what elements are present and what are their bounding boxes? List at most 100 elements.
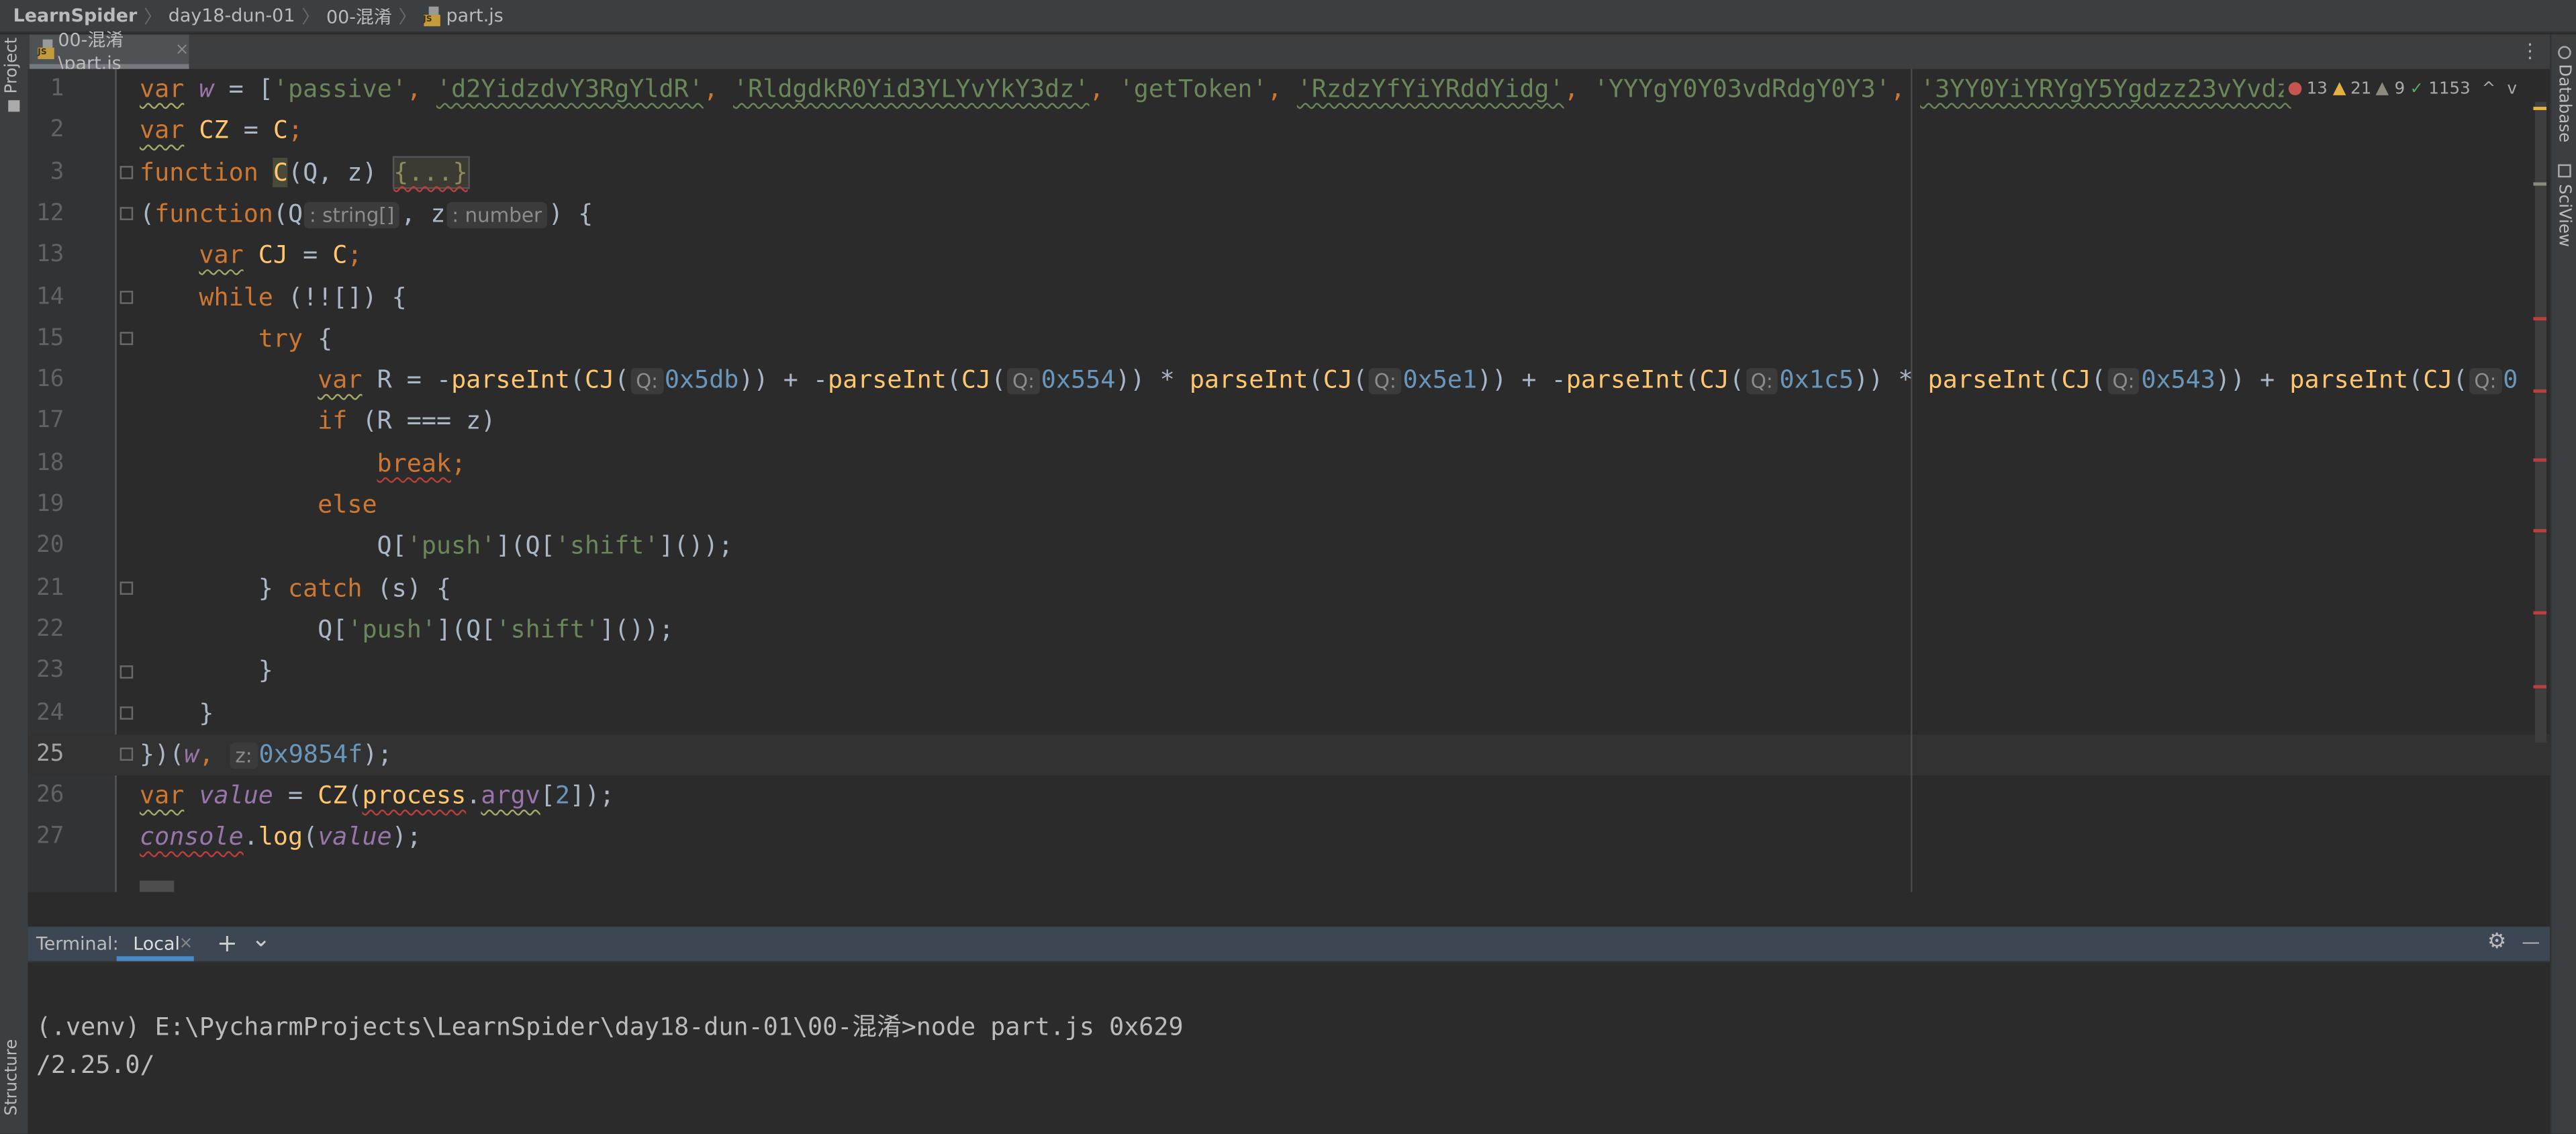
code-line[interactable]: var CJ = C; [199,235,362,277]
more-options-icon[interactable]: ⋮ [2520,40,2540,62]
tab-part-js[interactable]: 00-混淆\part.js × [30,29,189,73]
fold-toggle-icon[interactable] [120,332,134,346]
fold-toggle-icon[interactable] [120,291,134,304]
structure-tool-button[interactable]: Structure [3,1039,21,1116]
breadcrumb-item[interactable]: LearnSpider [13,5,138,26]
code-line[interactable]: var CZ = C; [140,111,303,152]
code-line[interactable]: function C(Q, z) {...} [140,152,470,194]
terminal-output[interactable]: (.venv) E:\PycharmProjects\LearnSpider\d… [28,963,2550,1134]
inspection-widget[interactable]: 13 21 9 ✓ 1153 ^ v [2283,75,2522,102]
code-line[interactable]: break; [377,443,467,485]
code-token: 'push' [347,614,436,644]
code-token: { [303,323,333,353]
code-line[interactable]: var w = ['passive', 'd2YidzdvY3RgYldR', … [140,69,2291,111]
fold-toggle-icon[interactable] [120,665,134,678]
js-file-icon [423,5,441,26]
close-tab-icon[interactable]: × [175,40,189,58]
code-token: ( [614,365,630,395]
code-token: ; [347,240,363,270]
sciview-tool-button[interactable]: SciView [2555,184,2573,247]
code-line[interactable]: var R = -parseInt(CJ(Q: 0x5db)) + -parseI… [318,360,2518,401]
line-number: 23 [36,657,64,684]
parameter-hint: Q: [2469,368,2501,395]
code-token: '3YY0YiYRYgY5Ygdzz23vYvdz [1920,74,2291,104]
code-token: CJ [2061,365,2091,395]
error-marker[interactable] [2533,389,2547,393]
code-line[interactable]: else [318,485,377,526]
code-token: 'YYYgY0Y03vdRdgY0Y3' [1593,74,1891,104]
fold-toggle-icon[interactable] [120,207,134,221]
code-token: ( [1729,365,1744,395]
fold-toggle-icon[interactable] [120,166,134,179]
fold-toggle-icon[interactable] [120,581,134,596]
breadcrumb-item[interactable]: 00-混淆 [326,3,392,29]
code-line[interactable]: while (!![]) { [199,277,406,318]
fold-toggle-icon[interactable] [120,706,134,720]
code-token: value [318,822,392,852]
terminal-tab-local[interactable]: Local [133,933,180,955]
terminal-dropdown-button[interactable]: ⌄ [251,927,271,953]
editor-tab-bar: 00-混淆\part.js × [28,29,2550,73]
code-token: Q[ [318,614,348,644]
next-problem-button[interactable]: v [2507,80,2516,98]
code-token: , [1890,74,1921,104]
error-marker[interactable] [2533,685,2547,689]
code-token: parseInt [1927,365,2047,395]
weak-warning-icon [2376,82,2390,95]
code-token: ( [991,365,1006,395]
code-token: ( [946,365,961,395]
code-token: try [258,323,303,353]
code-token: else [318,489,377,520]
terminal-header: Terminal: Local × + ⌄ ⚙ — [28,927,2550,963]
warning-marker[interactable] [2533,107,2547,110]
error-marker[interactable] [2533,528,2547,532]
vertical-scrollbar[interactable] [2534,101,2547,743]
code-token: })( [140,739,185,769]
fold-toggle-icon[interactable] [120,748,134,761]
code-editor[interactable]: 1 var w = ['passive', 'd2YidzdvY3RgYldR',… [28,68,2550,892]
new-terminal-button[interactable]: + [217,929,238,958]
code-line[interactable]: } [258,651,273,693]
code-token: CJ [2423,365,2453,395]
code-line[interactable]: console.log(value); [140,817,422,859]
code-token: ( [1352,365,1368,395]
code-token: function [140,156,258,187]
code-line[interactable]: if (R === z) [318,401,495,443]
line-number: 26 [36,782,64,809]
code-token: value [199,780,273,810]
breadcrumb-item[interactable]: part.js [446,5,504,26]
ide-window: LearnSpider〉 day18-dun-01〉 00-混淆〉 part.j… [0,0,2576,1134]
terminal-line: /2.25.0/ [36,1049,155,1080]
code-token: 'passive' [273,74,407,104]
error-marker[interactable] [2533,611,2547,615]
close-terminal-tab-icon[interactable]: × [179,935,193,953]
code-token: 'getToken' [1118,74,1268,104]
code-line[interactable]: (function(Q: string[], z: number) { [140,193,593,235]
breadcrumb-item[interactable]: day18-dun-01 [169,5,295,26]
code-line[interactable]: })(w, z: 0x9854f); [140,734,392,775]
code-token: (Q [273,198,303,228]
right-margin-guide [1910,68,1913,892]
code-token: )) + - [738,365,828,395]
code-token: while [199,281,273,312]
error-marker[interactable] [2533,317,2547,321]
previous-problem-button[interactable]: ^ [2482,80,2496,98]
project-tool-button[interactable]: Project [3,38,21,94]
minimize-icon[interactable]: — [2522,932,2540,953]
code-line[interactable]: Q['push'](Q['shift']()); [318,610,673,651]
code-line[interactable]: } [199,692,213,734]
current-line-highlight [28,734,2550,775]
code-line[interactable]: var value = CZ(process.argv[2]); [140,775,614,817]
code-line[interactable]: try { [258,318,333,360]
gear-icon[interactable]: ⚙ [2487,930,2507,955]
database-tool-button[interactable]: Database [2555,64,2573,142]
code-token: var [140,780,185,810]
code-token: , [406,74,437,104]
code-line[interactable]: } catch (s) { [258,568,451,610]
weak-warning-marker[interactable] [2533,182,2547,186]
code-line[interactable]: Q['push'](Q['shift']()); [377,526,733,568]
parameter-hint: Q: [2107,368,2140,395]
error-marker[interactable] [2533,458,2547,462]
code-token: 'shift' [495,614,600,644]
